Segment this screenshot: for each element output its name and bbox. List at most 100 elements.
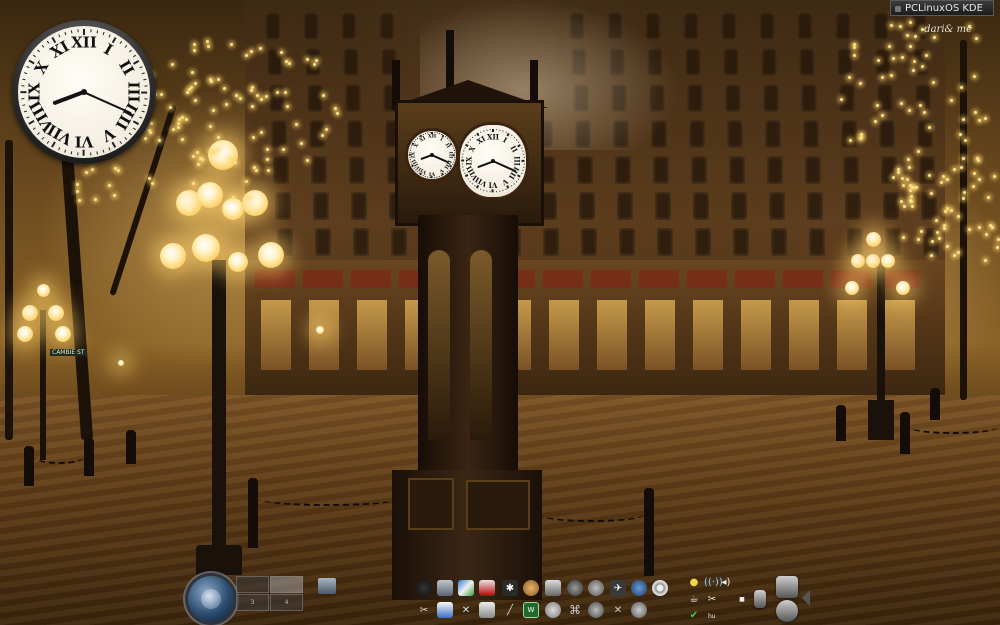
disc-burner-icon[interactable]: [523, 580, 539, 596]
system-monitor-icon[interactable]: [588, 580, 604, 596]
fairy-light: [927, 125, 931, 129]
building-window: [763, 84, 779, 112]
bollard: [126, 430, 136, 464]
tools-icon[interactable]: ✂: [416, 602, 432, 618]
pager-desktop-3[interactable]: 3: [236, 594, 269, 611]
clock-numeral: IX: [464, 156, 474, 166]
lamp-globe: [316, 326, 324, 334]
awning: [543, 270, 583, 288]
bollard: [84, 438, 94, 476]
photo-editor-icon[interactable]: [545, 580, 561, 596]
logout-icon[interactable]: [776, 600, 798, 622]
chain: [540, 508, 644, 522]
pdf-reader-icon[interactable]: [479, 580, 495, 596]
terminal-icon[interactable]: ╱: [502, 602, 518, 618]
scissors-icon[interactable]: ✂: [706, 594, 718, 606]
fairy-light: [961, 156, 965, 160]
shop-window: [597, 300, 627, 370]
clock-tick: [471, 137, 474, 139]
clock-tick: [108, 33, 111, 37]
analog-clock-widget[interactable]: XII I II III IIII V VI VII VIII IX X XI: [12, 20, 156, 164]
network-icon[interactable]: ✱: [502, 580, 518, 596]
show-desktop-button[interactable]: [318, 578, 336, 594]
volume-icon[interactable]: ◂): [720, 577, 732, 589]
awning: [303, 270, 343, 288]
clock-tick: [453, 156, 455, 158]
konqueror-icon[interactable]: [416, 580, 432, 596]
control-center-icon[interactable]: ✕: [458, 602, 474, 618]
fairy-light: [986, 195, 990, 199]
clock-tick: [418, 172, 420, 174]
audio-icon[interactable]: [588, 602, 604, 618]
awning: [783, 270, 823, 288]
clock-tick: [102, 149, 104, 153]
clock-tick: [89, 152, 92, 156]
clock-tick: [20, 97, 24, 100]
fairy-light: [192, 181, 196, 185]
building-window: [723, 48, 739, 76]
clock-tick: [128, 49, 132, 52]
shop-window: [357, 300, 387, 370]
shop-window: [261, 300, 291, 370]
fairy-light: [973, 171, 977, 175]
fairy-light: [901, 184, 905, 188]
building-window: [271, 120, 287, 148]
building-window: [765, 120, 781, 148]
clock-tick: [489, 190, 491, 193]
building-window: [917, 120, 933, 148]
fairy-light: [228, 157, 232, 161]
clock-tick: [510, 135, 512, 137]
clock-numeral: XI: [46, 36, 72, 62]
clock-tick: [57, 33, 60, 37]
clock-tick: [46, 140, 49, 144]
fairy-light: [852, 53, 856, 57]
printer-icon[interactable]: [479, 602, 495, 618]
clock-tick: [46, 40, 49, 44]
clock-tick: [444, 136, 446, 138]
text-editor-icon[interactable]: [437, 602, 453, 618]
fairy-light: [976, 159, 980, 163]
clock-numeral: I: [438, 135, 444, 143]
battery-icon[interactable]: [754, 590, 766, 608]
building-window: [683, 12, 699, 40]
building-window: [835, 12, 851, 40]
update-icon[interactable]: ✈: [610, 580, 626, 596]
lock-screen-icon[interactable]: [776, 576, 798, 598]
image-viewer-icon[interactable]: [458, 580, 474, 596]
pager-desktop-1[interactable]: [236, 576, 269, 593]
panel-collapse-icon[interactable]: [802, 590, 810, 606]
camera-icon[interactable]: [631, 602, 647, 618]
clock-tick: [520, 172, 523, 175]
clipboard-icon[interactable]: ☕: [688, 594, 700, 606]
lamp-globe: [228, 252, 248, 272]
clock-tick: [119, 40, 122, 44]
media-player-icon[interactable]: [652, 580, 668, 596]
firewall-icon[interactable]: [545, 602, 561, 618]
pager-desktop-4[interactable]: 4: [270, 594, 303, 611]
clock-tick: [517, 178, 519, 180]
spreadsheet-icon[interactable]: W: [523, 602, 539, 618]
package-icon[interactable]: [437, 580, 453, 596]
sun-icon[interactable]: ●: [688, 577, 700, 589]
desktop-pager[interactable]: 3 4: [236, 576, 304, 611]
fairy-light: [222, 86, 226, 90]
notifier-icon[interactable]: ■: [736, 594, 748, 606]
chat-icon[interactable]: [631, 580, 647, 596]
swirl-icon[interactable]: ⌘: [567, 602, 583, 618]
clock-tick: [498, 129, 500, 132]
fairy-light: [267, 168, 271, 172]
clock-tick: [448, 169, 450, 171]
k-menu-button[interactable]: [188, 576, 234, 622]
fairy-light: [949, 98, 953, 102]
lamp-post-base: [196, 545, 242, 575]
clock-tick: [70, 29, 72, 33]
keyboard-layout[interactable]: hu: [708, 613, 716, 620]
wifi-icon[interactable]: ((·)): [704, 577, 723, 589]
tools-icon-2[interactable]: ✕: [610, 602, 626, 618]
pager-desktop-2[interactable]: [270, 576, 303, 593]
fairy-light: [891, 57, 895, 61]
check-icon[interactable]: ✔: [688, 610, 700, 622]
settings-icon[interactable]: [567, 580, 583, 596]
fairy-light: [932, 35, 936, 39]
tree-trunk: [5, 140, 13, 440]
